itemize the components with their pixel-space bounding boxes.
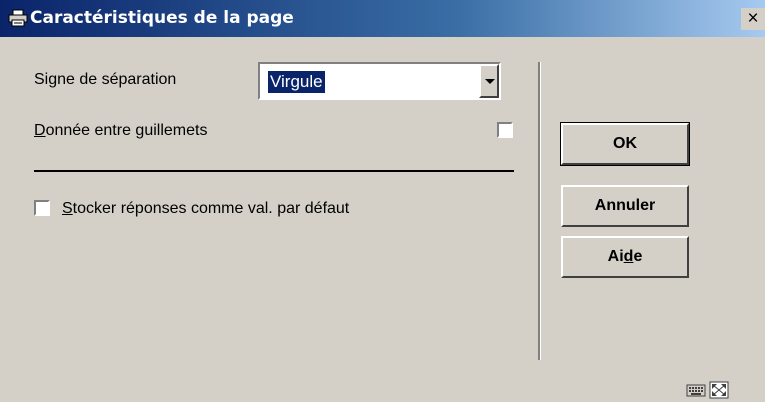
- printer-icon: [8, 9, 28, 27]
- separator-select[interactable]: Virgule: [258, 62, 501, 100]
- keyboard-icon: [686, 384, 706, 397]
- separator-label: Signe de séparation: [34, 71, 177, 88]
- quoted-label-accel: D: [34, 122, 46, 139]
- window-title: Caractéristiques de la page: [30, 8, 294, 28]
- ok-button[interactable]: OK: [560, 122, 690, 166]
- quoted-checkbox[interactable]: [497, 122, 513, 138]
- store-defaults-checkbox[interactable]: [34, 200, 50, 216]
- help-label-accel: d: [623, 248, 634, 265]
- cancel-button[interactable]: Annuler: [561, 185, 689, 227]
- store-label-accel: S: [62, 200, 73, 217]
- help-label-post: e: [633, 248, 643, 265]
- quoted-label: Donnée entre guillemets: [34, 121, 207, 141]
- close-button[interactable]: ×: [741, 8, 765, 30]
- help-button[interactable]: Aide: [561, 236, 689, 278]
- store-defaults-label: Stocker réponses comme val. par défaut: [62, 199, 349, 219]
- horizontal-divider: [34, 170, 514, 172]
- help-label-pre: Ai: [607, 248, 624, 265]
- chevron-down-icon[interactable]: [479, 64, 499, 98]
- resize-icon[interactable]: [709, 381, 729, 399]
- separator-value: Virgule: [268, 71, 325, 93]
- quoted-label-text: onnée entre guillemets: [45, 122, 208, 139]
- vertical-divider: [538, 62, 541, 360]
- store-label-text: tocker réponses comme val. par défaut: [72, 200, 350, 217]
- title-bar: Caractéristiques de la page ×: [0, 0, 765, 37]
